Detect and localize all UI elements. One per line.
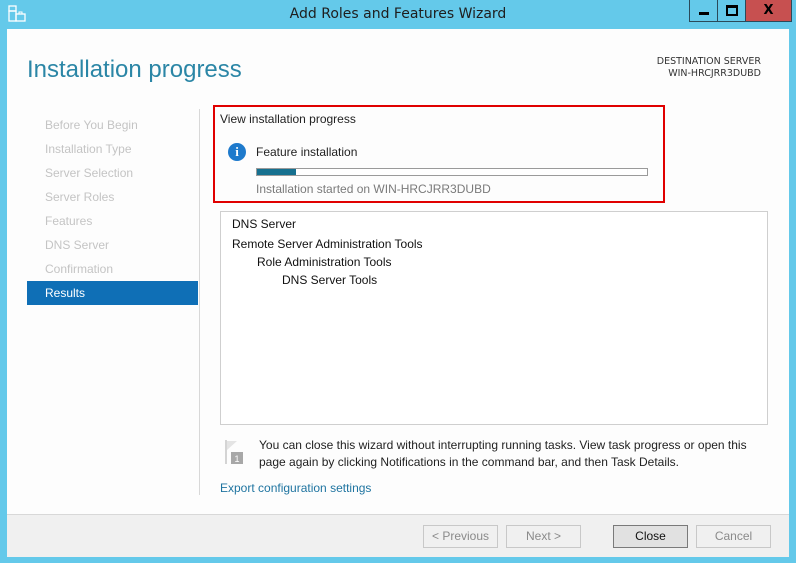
result-item-role-admin-tools: Role Administration Tools <box>257 255 392 269</box>
destination-label: DESTINATION SERVER <box>656 56 761 67</box>
nav-item-server-selection: Server Selection <box>45 166 134 180</box>
nav-item-results[interactable]: Results <box>27 281 198 305</box>
wizard-client-area: Installation progress DESTINATION SERVER… <box>7 29 789 557</box>
progress-bar-fill <box>257 169 296 175</box>
previous-button[interactable]: < Previous <box>423 525 498 548</box>
nav-item-confirmation: Confirmation <box>45 262 114 276</box>
result-item-rsat: Remote Server Administration Tools <box>232 237 423 251</box>
nav-item-dns-server: DNS Server <box>45 238 110 252</box>
close-icon: X <box>763 3 774 18</box>
nav-item-server-roles: Server Roles <box>45 190 115 204</box>
svg-text:1: 1 <box>234 454 239 464</box>
results-list: DNS Server Remote Server Administration … <box>220 211 768 425</box>
maximize-button[interactable] <box>718 0 746 21</box>
result-item-dns-server: DNS Server <box>232 217 297 231</box>
nav-divider <box>199 109 200 495</box>
destination-server-name: WIN-HRCJRR3DUBD <box>668 68 761 79</box>
result-item-dns-server-tools: DNS Server Tools <box>282 273 378 287</box>
info-icon: i <box>228 143 246 161</box>
window-title: Add Roles and Features Wizard <box>289 6 507 22</box>
destination-server-info: DESTINATION SERVER WIN-HRCJRR3DUBD <box>657 56 761 80</box>
nav-item-installation-type: Installation Type <box>45 142 132 156</box>
maximize-icon <box>725 5 738 16</box>
installation-progress-bar <box>256 168 648 176</box>
cancel-button[interactable]: Cancel <box>696 525 771 548</box>
installation-status-text: Installation started on WIN-HRCJRR3DUBD <box>256 182 491 196</box>
feature-installation-label: Feature installation <box>256 145 358 159</box>
close-button[interactable]: Close <box>613 525 688 548</box>
nav-item-before-you-begin: Before You Begin <box>45 118 138 132</box>
window-controls: X <box>689 0 792 22</box>
wizard-nav: Before You Begin Installation Type Serve… <box>27 113 198 305</box>
minimize-icon <box>698 12 709 15</box>
wizard-footer: < Previous Next > Close Cancel <box>7 514 789 557</box>
nav-item-features: Features <box>45 214 93 228</box>
page-title: Installation progress <box>27 56 242 83</box>
next-button[interactable]: Next > <box>506 525 581 548</box>
installation-progress-panel: View installation progress i Feature ins… <box>213 105 665 203</box>
minimize-button[interactable] <box>690 0 718 21</box>
notification-flag-icon: 1 <box>225 440 243 464</box>
close-window-button[interactable]: X <box>746 0 791 21</box>
export-configuration-link[interactable]: Export configuration settings <box>220 481 371 495</box>
notice-text: You can close this wizard without interr… <box>259 438 747 469</box>
title-bar[interactable]: Add Roles and Features Wizard X <box>0 0 796 29</box>
view-progress-label: View installation progress <box>220 112 356 126</box>
